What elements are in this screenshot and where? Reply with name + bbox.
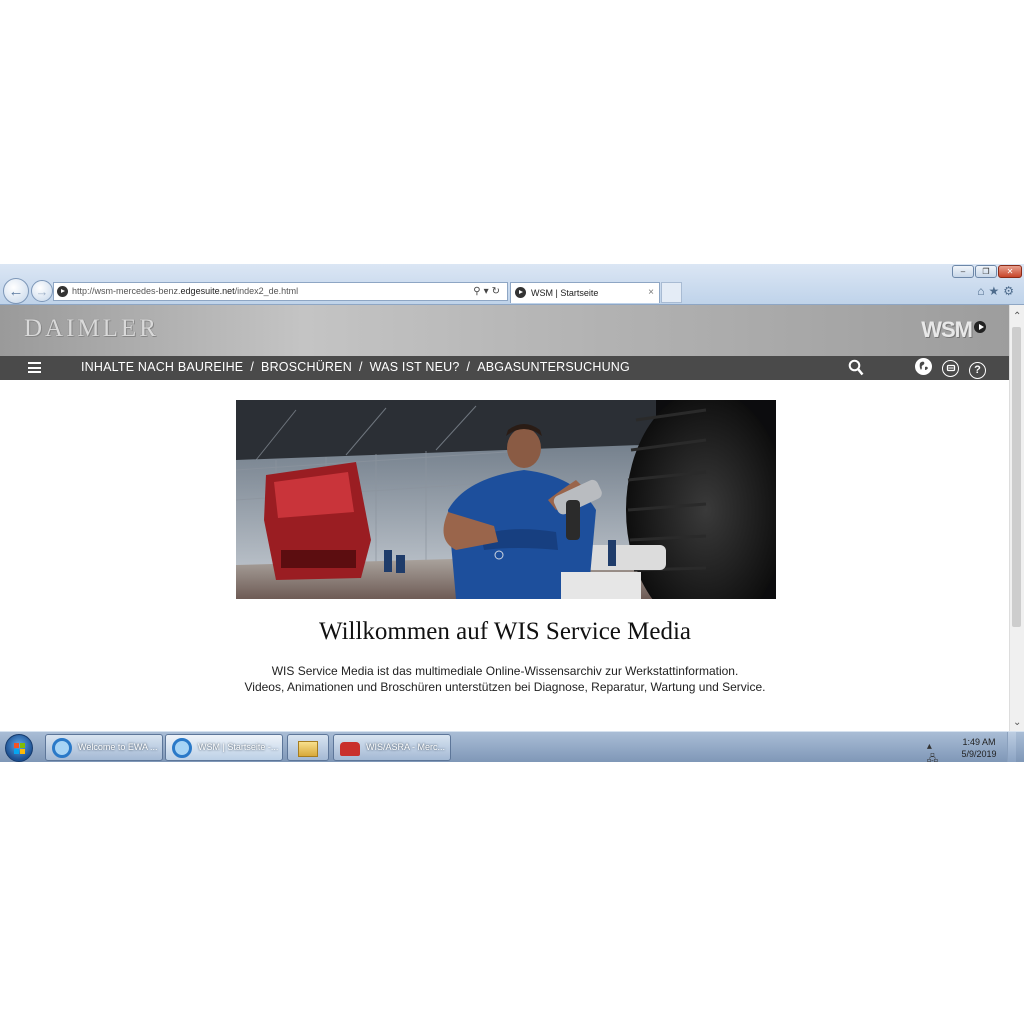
browser-titlebar: – ❐ ✕ ← → http://wsm-mercedes-benz.edgesui… [0, 264, 1024, 305]
ie-icon [52, 738, 72, 758]
clock-date: 5/9/2019 [961, 749, 997, 759]
wsm-logo[interactable]: WSM [921, 317, 986, 343]
clock-time: 1:49 AM [962, 737, 996, 747]
taskbar-item-label: Welcome to EWA ... [78, 742, 158, 752]
scroll-thumb[interactable] [1012, 327, 1021, 627]
home-icon[interactable]: ⌂ [977, 284, 988, 298]
url-prefix: http://wsm-mercedes-benz. [72, 286, 181, 296]
show-desktop-button[interactable] [1007, 732, 1016, 762]
language-globe-icon[interactable] [915, 358, 932, 375]
taskbar-item-wis-asra[interactable]: WIS/ASRA - Merc... [333, 734, 451, 761]
browser-tools: ⌂★⚙ [977, 284, 1018, 298]
taskbar-item-label: WSM | Startseite -... [198, 742, 279, 752]
nav-item-abgasuntersuchung[interactable]: ABGASUNTERSUCHUNG [477, 360, 630, 374]
close-window-button[interactable]: ✕ [998, 265, 1022, 278]
screen: – ❐ ✕ ← → http://wsm-mercedes-benz.edgesui… [0, 264, 1024, 762]
taskbar-item-label: WIS/ASRA - Merc... [366, 742, 446, 752]
scroll-down-icon[interactable]: ⌄ [1013, 717, 1021, 728]
start-button[interactable] [5, 734, 33, 762]
main-nav: INHALTE NACH BAUREIHE / BROSCHÜREN / WAS IST… [0, 356, 1010, 380]
folder-icon [298, 741, 318, 757]
search-icon[interactable]: ⚲ [473, 286, 483, 297]
scroll-up-icon[interactable]: ⌃ [1013, 311, 1021, 322]
address-tools[interactable]: ⚲▾↻ [473, 283, 503, 300]
nav-item-baureihe[interactable]: INHALTE NACH BAUREIHE [81, 360, 243, 374]
url-text: http://wsm-mercedes-benz.edgesuite.net/i… [72, 283, 298, 300]
welcome-text: WIS Service Media ist das multimediale O… [0, 663, 1010, 695]
nav-links: INHALTE NACH BAUREIHE / BROSCHÜREN / WAS IST… [81, 360, 630, 374]
nav-separator: / [250, 360, 255, 374]
nav-icons: ? [905, 358, 986, 379]
gear-icon[interactable]: ⚙ [1003, 284, 1018, 298]
url-path: /index2_de.html [234, 286, 299, 296]
browser-tab[interactable]: WSM | Startseite × [510, 282, 660, 303]
new-tab-button[interactable] [661, 282, 682, 303]
windows-taskbar: Welcome to EWA ... WSM | Startseite -...… [0, 731, 1024, 762]
restore-button[interactable]: ❐ [975, 265, 997, 278]
favorites-star-icon[interactable]: ★ [988, 284, 1003, 298]
nav-separator: / [466, 360, 471, 374]
url-domain: edgesuite.net [180, 286, 235, 296]
tray-icons[interactable]: ▴🖧▯ [927, 741, 942, 762]
play-icon [974, 321, 986, 333]
network-icon[interactable]: 🖧 [927, 754, 942, 762]
menu-icon[interactable] [28, 362, 41, 373]
dropdown-icon[interactable]: ▾ [484, 286, 492, 297]
minimize-button[interactable]: – [952, 265, 974, 278]
tab-title: WSM | Startseite [531, 288, 599, 298]
clock[interactable]: 1:49 AM 5/9/2019 [954, 736, 1004, 760]
welcome-text-line2: Videos, Animationen und Broschüren unter… [244, 680, 766, 694]
taskbar-item-wsm[interactable]: WSM | Startseite -... [165, 734, 283, 761]
hero-image [236, 400, 776, 599]
refresh-icon[interactable]: ↻ [492, 286, 503, 297]
nav-item-was-ist-neu[interactable]: WAS IST NEU? [370, 360, 460, 374]
site-favicon-icon [57, 286, 68, 297]
site-header: DAIMLER WSM [0, 305, 1010, 356]
daimler-logo[interactable]: DAIMLER [24, 315, 159, 343]
forward-button[interactable]: → [31, 280, 53, 302]
help-icon[interactable]: ? [969, 362, 986, 379]
vertical-scrollbar[interactable]: ⌃ ⌄ [1009, 305, 1024, 732]
wsm-logo-text: WSM [921, 317, 973, 342]
search-icon[interactable] [848, 359, 864, 377]
taskbar-item-explorer[interactable] [287, 734, 329, 761]
window-controls: – ❐ ✕ [951, 265, 1022, 279]
nav-separator: / [358, 360, 363, 374]
contact-icon[interactable] [942, 360, 959, 377]
nav-item-broschueren[interactable]: BROSCHÜREN [261, 360, 352, 374]
tab-close-icon[interactable]: × [648, 283, 654, 303]
car-icon [340, 742, 360, 756]
show-hidden-icons-icon[interactable]: ▴ [927, 741, 936, 752]
tab-favicon-icon [515, 287, 526, 298]
taskbar-item-ewa[interactable]: Welcome to EWA ... [45, 734, 163, 761]
address-bar[interactable]: http://wsm-mercedes-benz.edgesuite.net/i… [53, 282, 508, 301]
ie-icon [172, 738, 192, 758]
back-button[interactable]: ← [3, 278, 29, 304]
welcome-text-line1: WIS Service Media ist das multimediale O… [271, 664, 739, 678]
welcome-title: Willkommen auf WIS Service Media [318, 618, 692, 645]
windows-logo-icon [14, 743, 25, 754]
